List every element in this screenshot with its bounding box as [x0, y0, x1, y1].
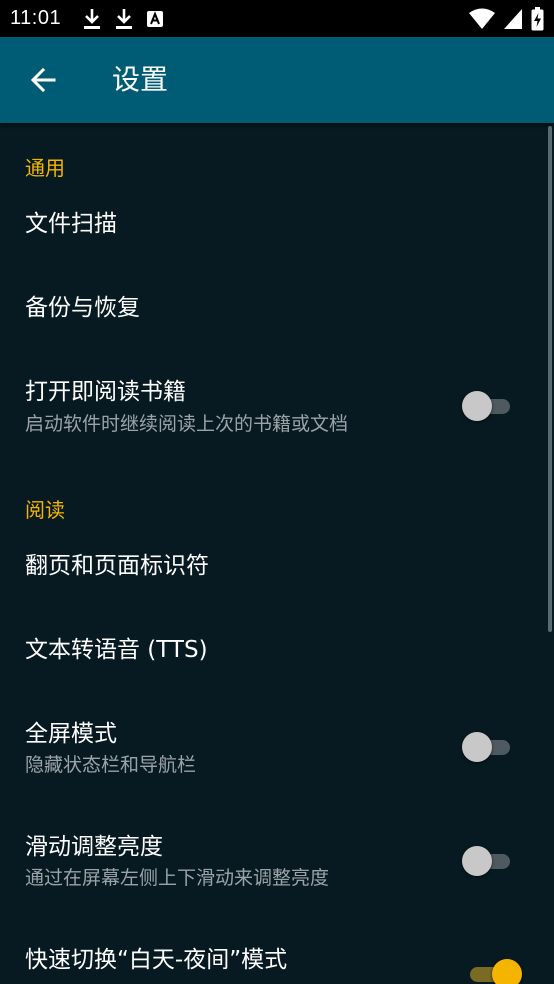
- pref-brightness-title[interactable]: 滑动调整亮度: [25, 831, 163, 863]
- pref-tts[interactable]: 文本转语音 (TTS): [25, 634, 208, 666]
- brightness-toggle[interactable]: [462, 845, 514, 877]
- pref-file-scan[interactable]: 文件扫描: [25, 208, 117, 240]
- day-night-toggle[interactable]: [462, 958, 522, 984]
- toggle-thumb: [462, 732, 492, 762]
- pref-fullscreen-summary: 隐藏状态栏和导航栏: [25, 754, 197, 776]
- toggle-thumb: [492, 959, 522, 984]
- pref-fullscreen-title[interactable]: 全屏模式: [25, 718, 117, 750]
- font-icon: [147, 11, 163, 27]
- wifi-icon: [469, 8, 495, 29]
- fullscreen-toggle[interactable]: [462, 731, 514, 763]
- status-notification-icons: [82, 8, 164, 30]
- pref-backup-restore[interactable]: 备份与恢复: [25, 292, 140, 324]
- pref-day-night-title[interactable]: 快速切换“白天-夜间”模式: [25, 944, 287, 976]
- download-icon: [116, 9, 132, 29]
- page-title: 设置: [112, 63, 169, 96]
- pref-page-turn[interactable]: 翻页和页面标识符: [25, 550, 209, 582]
- pref-open-book-summary: 启动软件时继续阅读上次的书籍或文档: [25, 413, 349, 435]
- arrow-back-icon: [30, 67, 56, 93]
- scrollbar[interactable]: [548, 126, 552, 632]
- pref-brightness-summary: 通过在屏幕左侧上下滑动来调整亮度: [25, 867, 330, 889]
- section-header-reading: 阅读: [25, 498, 65, 522]
- toggle-thumb: [462, 391, 492, 421]
- back-button[interactable]: [22, 59, 64, 101]
- settings-list[interactable]: 通用 文件扫描 备份与恢复 打开即阅读书籍 启动软件时继续阅读上次的书籍或文档 …: [0, 123, 554, 984]
- pref-open-book-title[interactable]: 打开即阅读书籍: [25, 376, 186, 408]
- status-system-icons: [469, 7, 544, 31]
- battery-charging-icon: [531, 7, 544, 31]
- toggle-thumb: [462, 846, 492, 876]
- open-book-toggle[interactable]: [462, 390, 514, 422]
- status-time: 11:01: [10, 7, 62, 29]
- app-bar: 设置: [0, 37, 554, 123]
- signal-icon: [504, 9, 522, 29]
- download-icon: [84, 9, 100, 29]
- section-header-general: 通用: [25, 156, 65, 180]
- status-bar: 11:01: [0, 0, 554, 37]
